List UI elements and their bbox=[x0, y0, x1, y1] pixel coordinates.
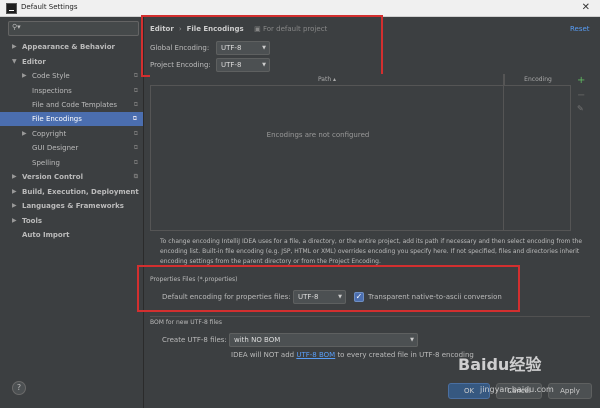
sidebar-item-build-execution[interactable]: ▶ Build, Execution, Deployment bbox=[0, 185, 144, 199]
copy-icon: ⧉ bbox=[132, 115, 137, 122]
expand-arrow-icon: ▶ bbox=[12, 217, 17, 224]
sidebar-item-spelling[interactable]: Spelling ⧉ bbox=[0, 156, 144, 170]
highlight-box-properties bbox=[137, 265, 520, 312]
collapse-arrow-icon: ▼ bbox=[12, 58, 17, 65]
copy-icon: ⧉ bbox=[133, 173, 138, 180]
expand-arrow-icon: ▶ bbox=[22, 72, 27, 79]
remove-icon[interactable]: − bbox=[577, 90, 585, 101]
reset-link[interactable]: Reset bbox=[570, 25, 590, 33]
highlight-box-encodings bbox=[141, 15, 383, 77]
bom-select[interactable]: with NO BOM ▼ bbox=[229, 333, 418, 347]
sidebar-item-copyright[interactable]: ▶ Copyright ⧉ bbox=[0, 127, 144, 141]
copy-icon: ⧉ bbox=[133, 130, 138, 137]
sidebar-item-languages-frameworks[interactable]: ▶ Languages & Frameworks bbox=[0, 199, 144, 213]
sidebar-item-file-code-templates[interactable]: File and Code Templates ⧉ bbox=[0, 98, 144, 112]
bom-note: IDEA will NOT add UTF-8 BOM to every cre… bbox=[231, 351, 474, 359]
close-icon[interactable]: ✕ bbox=[582, 2, 590, 13]
bom-section-title: BOM for new UTF-8 files bbox=[150, 319, 222, 326]
copy-icon: ⧉ bbox=[133, 159, 138, 166]
sidebar-item-inspections[interactable]: Inspections ⧉ bbox=[0, 84, 144, 98]
divider bbox=[150, 316, 590, 317]
expand-arrow-icon: ▶ bbox=[12, 188, 17, 195]
sidebar-item-gui-designer[interactable]: GUI Designer ⧉ bbox=[0, 141, 144, 155]
table-empty-text: Encodings are not configured bbox=[266, 131, 370, 139]
sidebar-item-appearance-behavior[interactable]: ▶ Appearance & Behavior bbox=[0, 40, 144, 54]
window-title: Default Settings bbox=[21, 3, 78, 11]
search-icon: ⚲▾ bbox=[12, 23, 21, 31]
table-path-column bbox=[150, 74, 504, 231]
sidebar-item-auto-import[interactable]: Auto Import bbox=[0, 228, 144, 242]
sidebar-item-tools[interactable]: ▶ Tools bbox=[0, 214, 144, 228]
expand-arrow-icon: ▶ bbox=[12, 173, 17, 180]
expand-arrow-icon: ▶ bbox=[12, 43, 17, 50]
watermark-url: jingyan.baidu.com bbox=[480, 385, 554, 394]
column-encoding-header[interactable]: Encoding bbox=[504, 74, 571, 85]
sidebar-item-file-encodings[interactable]: File Encodings ⧉ bbox=[0, 112, 143, 126]
copy-icon: ⧉ bbox=[133, 144, 138, 151]
utf8-bom-link[interactable]: UTF-8 BOM bbox=[296, 351, 335, 359]
chevron-down-icon: ▼ bbox=[410, 337, 414, 343]
copy-icon: ⧉ bbox=[133, 87, 138, 94]
intellij-app-icon bbox=[6, 3, 17, 14]
baidu-watermark: Baidu经验 bbox=[458, 355, 542, 374]
help-button[interactable]: ? bbox=[12, 381, 26, 395]
sidebar-item-editor[interactable]: ▼ Editor bbox=[0, 55, 144, 69]
encoding-description: To change encoding IntelliJ IDEA uses fo… bbox=[160, 238, 583, 265]
settings-search-input[interactable]: ⚲▾ bbox=[8, 21, 139, 36]
apply-button[interactable]: Apply bbox=[548, 383, 592, 399]
sidebar-item-version-control[interactable]: ▶ Version Control ⧉ bbox=[0, 170, 144, 184]
copy-icon: ⧉ bbox=[133, 72, 138, 79]
create-utf8-label: Create UTF-8 files: bbox=[162, 336, 227, 344]
sidebar-item-code-style[interactable]: ▶ Code Style ⧉ bbox=[0, 69, 144, 83]
expand-arrow-icon: ▶ bbox=[12, 202, 17, 209]
copy-icon: ⧉ bbox=[133, 101, 138, 108]
edit-icon[interactable]: ✎ bbox=[577, 104, 584, 113]
expand-arrow-icon: ▶ bbox=[22, 130, 27, 137]
add-icon[interactable]: + bbox=[577, 75, 585, 86]
